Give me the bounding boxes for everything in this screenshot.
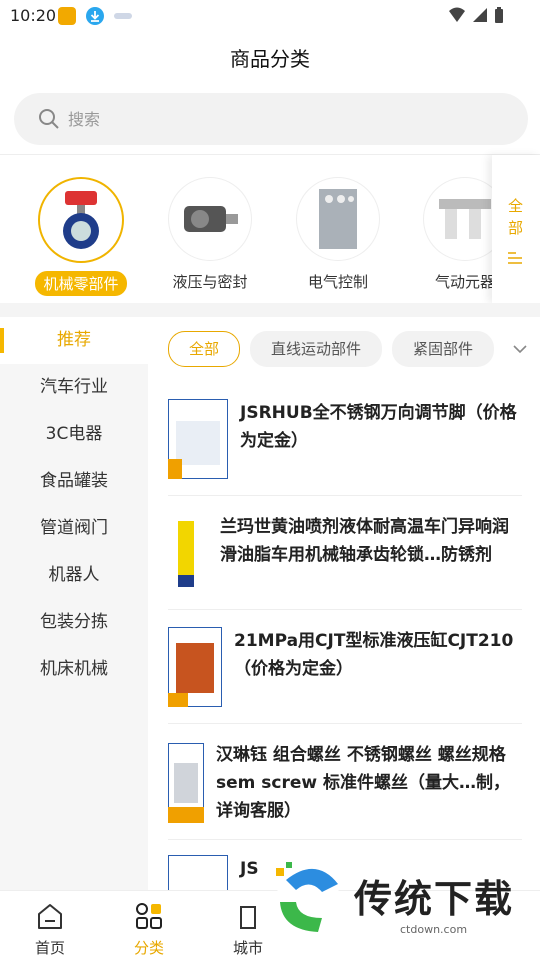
- section-gap: [0, 303, 540, 317]
- category-label: 电气控制: [307, 273, 368, 291]
- tab-label: 城市: [232, 939, 263, 957]
- tab-category[interactable]: 分类: [99, 901, 199, 958]
- butterfly-valve-image: [38, 177, 124, 263]
- watermark-subtext: ctdown.com: [400, 923, 468, 936]
- product-title: 21MPa用CJT型标准液压缸CJT210（价格为定金）: [234, 631, 514, 679]
- list-item[interactable]: 21MPa用CJT型标准液压缸CJT210（价格为定金）: [168, 611, 522, 724]
- watermark-text: 传统下载: [354, 877, 515, 921]
- product-title: 汉琳钰 组合螺丝 不锈钢螺丝 螺丝规格 sem screw 标准件螺丝（量大…制…: [216, 745, 511, 821]
- page-title: 商品分类: [230, 47, 310, 71]
- control-cabinet-image: [296, 177, 380, 261]
- sidebar-item-pipe-valves[interactable]: 管道阀门: [0, 505, 148, 552]
- tab-label: 首页: [34, 939, 65, 957]
- product-thumbnail: [168, 515, 206, 593]
- app-notification-icon: [58, 7, 76, 25]
- chip-linear-motion[interactable]: 直线运动部件: [250, 331, 383, 367]
- home-icon: [38, 904, 62, 929]
- sidebar-item-robots[interactable]: 机器人: [0, 552, 148, 599]
- chip-fasteners[interactable]: 紧固部件: [392, 331, 495, 367]
- category-item-hydraulic-seals[interactable]: 液压与密封: [155, 177, 265, 294]
- header: 商品分类: [0, 32, 540, 86]
- download-icon: [86, 7, 104, 25]
- sidebar-item-food-canning[interactable]: 食品罐装: [0, 458, 148, 505]
- filter-chips: 全部 直线运动部件 紧固部件: [168, 331, 498, 367]
- category-item-mechanical-parts[interactable]: 机械零部件: [26, 177, 136, 296]
- list-icon: [508, 252, 522, 264]
- list-item[interactable]: 汉琳钰 组合螺丝 不锈钢螺丝 螺丝规格 sem screw 标准件螺丝（量大…制…: [168, 725, 522, 840]
- all-categories-button[interactable]: 全部: [492, 155, 540, 303]
- watermark-emblem-icon: [276, 862, 340, 932]
- wifi-icon: [449, 7, 465, 22]
- sidebar-item-automotive[interactable]: 汽车行业: [0, 364, 148, 411]
- search-input[interactable]: 搜索: [14, 93, 528, 145]
- sidebar-item-packaging-sorting[interactable]: 包装分拣: [0, 599, 148, 646]
- list-item[interactable]: 兰玛世黄油喷剂液体耐高温车门异响润滑油脂车用机械轴承齿轮锁…防锈剂: [168, 497, 522, 610]
- tab-home[interactable]: 首页: [0, 901, 100, 958]
- sidebar-item-machine-tools[interactable]: 机床机械: [0, 646, 148, 693]
- search-icon: [39, 109, 59, 129]
- city-icon: [240, 906, 256, 929]
- tab-label: 分类: [133, 939, 164, 957]
- all-categories-label: 全部: [508, 197, 524, 237]
- product-thumbnail: [168, 627, 222, 707]
- status-time: 10:20: [10, 6, 57, 25]
- search-placeholder: 搜索: [68, 110, 101, 129]
- product-thumbnail: [168, 855, 228, 890]
- category-item-electrical-control[interactable]: 电气控制: [283, 177, 393, 294]
- hydraulic-motor-image: [168, 177, 252, 261]
- sidebar: 推荐 汽车行业 3C电器 食品罐装 管道阀门 机器人 包装分拣 机床机械: [0, 317, 148, 890]
- product-list-panel: 全部 直线运动部件 紧固部件 JSRHUB全不锈钢万向调节脚（价格为定金） 兰玛世黄…: [148, 317, 540, 890]
- category-strip: 机械零部件 液压与密封 电气控制 气动元器 全部: [0, 155, 540, 303]
- product-thumbnail: [168, 399, 228, 479]
- product-thumbnail: [168, 743, 204, 823]
- category-label: 机械零部件: [35, 271, 127, 296]
- list-item[interactable]: JSRHUB全不锈钢万向调节脚（价格为定金）: [168, 383, 522, 496]
- sidebar-item-3c-electronics[interactable]: 3C电器: [0, 411, 148, 458]
- battery-icon: [495, 7, 503, 23]
- category-grid-icon: [136, 903, 162, 929]
- product-title: 兰玛世黄油喷剂液体耐高温车门异响润滑油脂车用机械轴承齿轮锁…防锈剂: [220, 517, 509, 565]
- sidebar-item-recommended[interactable]: 推荐: [0, 317, 148, 364]
- watermark-logo: 传统下载 ctdown.com: [262, 858, 532, 940]
- product-title: JSRHUB全不锈钢万向调节脚（价格为定金）: [240, 403, 517, 451]
- chevron-down-icon[interactable]: [512, 341, 528, 357]
- category-label: 液压与密封: [172, 273, 248, 291]
- status-bar: 10:20: [0, 0, 540, 32]
- signal-icon: [473, 8, 487, 22]
- app-small-icon: [114, 13, 132, 19]
- chip-all[interactable]: 全部: [168, 331, 241, 367]
